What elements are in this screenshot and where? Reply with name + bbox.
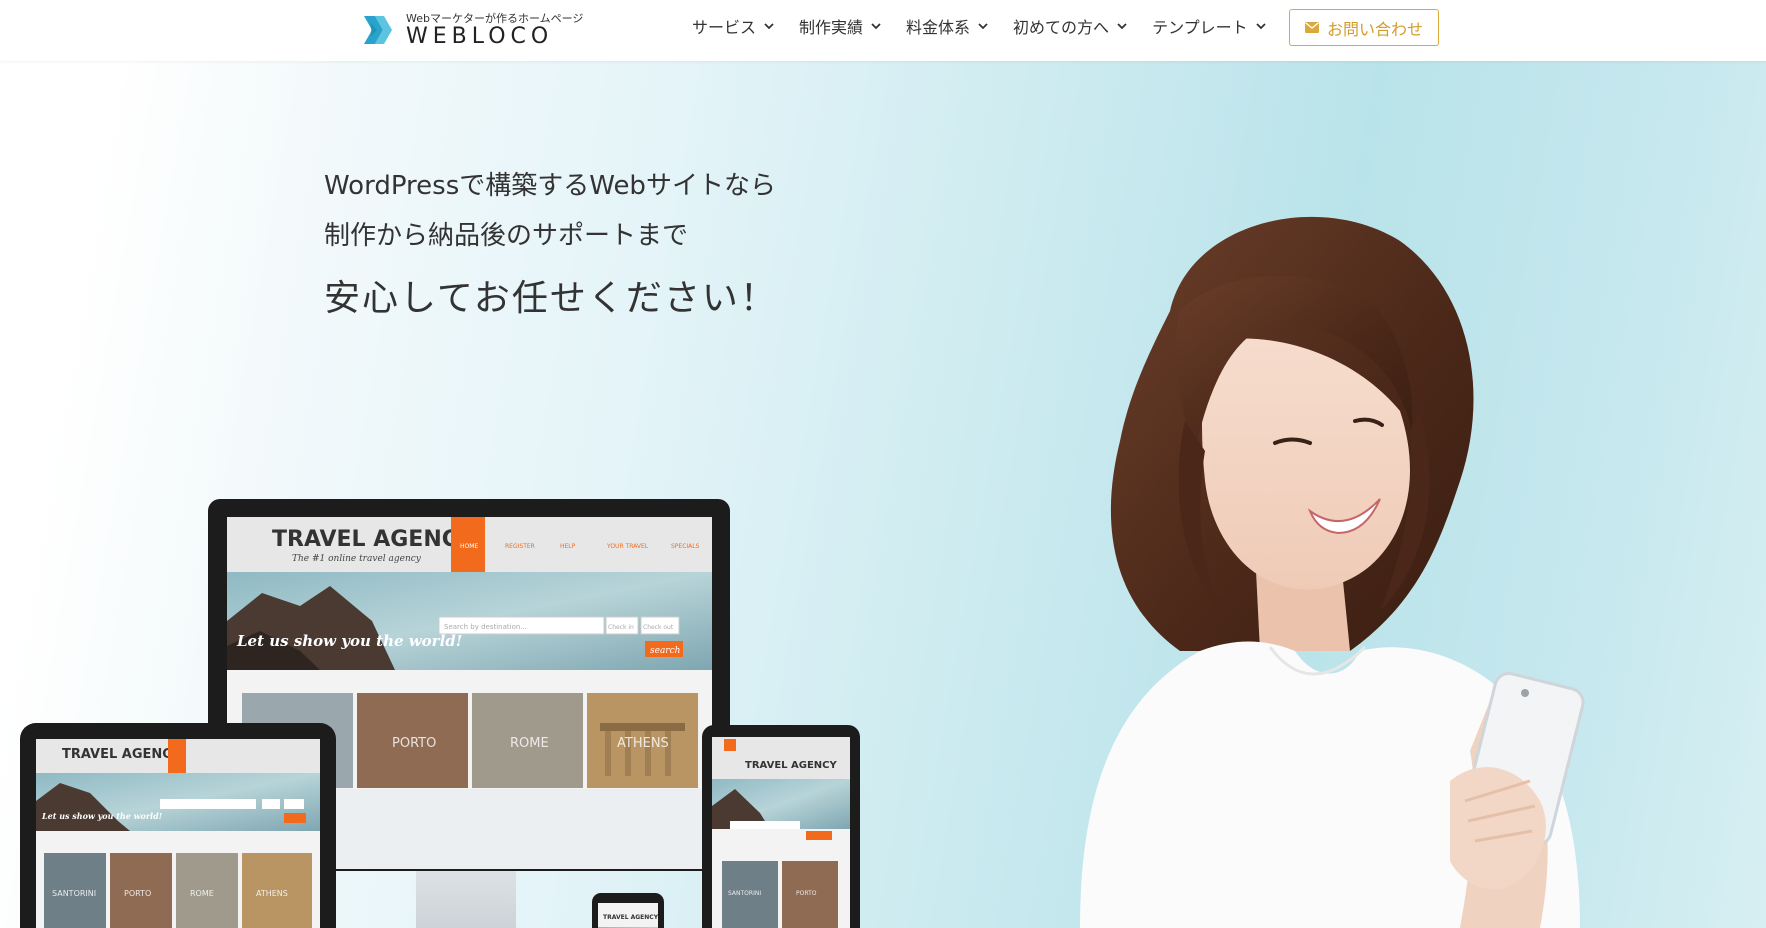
envelope-icon xyxy=(1304,22,1319,33)
tablet-portrait-city-label: PORTO xyxy=(796,890,817,897)
site-logo[interactable]: Webマーケターが作るホームページ WEBLOCO xyxy=(362,10,583,50)
screen-menu-item: SPECIALS xyxy=(671,543,700,550)
screen-tagline: The #1 online travel agency xyxy=(292,554,422,564)
phone-brand: TRAVEL AGENCY xyxy=(603,914,659,921)
chevron-down-icon xyxy=(978,23,988,30)
screen-brand: TRAVEL AGENCY xyxy=(272,527,475,552)
phone-device: TRAVEL AGENCY xyxy=(592,893,664,928)
tablet-city-label: ROME xyxy=(190,889,214,898)
screen-city-label: ROME xyxy=(510,736,549,751)
tablet-brand: TRAVEL AGENCY xyxy=(62,747,182,762)
nav-item-label: テンプレート xyxy=(1152,18,1248,37)
screen-check-in: Check in xyxy=(608,624,634,631)
responsive-devices-image: TRAVEL AGENCY The #1 online travel agenc… xyxy=(20,499,860,928)
nav-item-first-time[interactable]: 初めての方へ xyxy=(1013,14,1128,38)
tablet-portrait-device: TRAVEL AGENCY SANTORINI PORTO xyxy=(702,725,860,928)
logo-name: WEBLOCO xyxy=(406,24,554,49)
screen-menu-item: REGISTER xyxy=(505,543,535,550)
nav-item-works[interactable]: 制作実績 xyxy=(799,14,882,38)
screen-menu-item: HELP xyxy=(560,543,576,550)
screen-city-label: ATHENS xyxy=(617,736,669,751)
chevron-double-logo-icon xyxy=(364,16,392,44)
chevron-down-icon xyxy=(764,23,774,30)
chevron-down-icon xyxy=(1117,23,1127,30)
woman-with-smartphone-image xyxy=(1080,216,1585,928)
nav-item-templates[interactable]: テンプレート xyxy=(1152,14,1267,38)
nav-item-label: 料金体系 xyxy=(906,18,971,37)
nav-item-label: サービス xyxy=(692,18,757,37)
main-nav: サービス 制作実績 料金体系 初めての方へ テンプレート xyxy=(692,0,1291,52)
nav-item-label: 初めての方へ xyxy=(1013,18,1110,37)
screen-check-out: Check out xyxy=(643,624,674,631)
tablet-headline: Let us show you the world! xyxy=(41,811,163,821)
screen-city-label: PORTO xyxy=(392,736,436,751)
tablet-portrait-brand: TRAVEL AGENCY xyxy=(745,760,837,771)
nav-item-label: 制作実績 xyxy=(799,18,864,37)
nav-item-services[interactable]: サービス xyxy=(692,14,775,38)
screen-menu-item: YOUR TRAVEL xyxy=(606,543,649,550)
tablet-device: TRAVEL AGENCY Let us show you the world!… xyxy=(20,723,336,928)
tablet-city-label: PORTO xyxy=(124,889,151,898)
tablet-portrait-city-label: SANTORINI xyxy=(728,890,761,897)
contact-button[interactable]: お問い合わせ xyxy=(1289,9,1439,46)
tablet-city-label: SANTORINI xyxy=(52,889,96,898)
screen-search-button: search xyxy=(650,646,680,656)
screen-search-input: Search by destination... xyxy=(444,623,527,631)
site-header: Webマーケターが作るホームページ WEBLOCO サービス 制作実績 料金体系… xyxy=(0,0,1766,61)
screen-headline: Let us show you the world! xyxy=(236,632,462,650)
nav-item-pricing[interactable]: 料金体系 xyxy=(906,14,989,38)
chevron-down-icon xyxy=(871,23,881,30)
tablet-city-label: ATHENS xyxy=(256,889,288,898)
chevron-down-icon xyxy=(1255,23,1266,30)
hero-section: WordPressで構築するWebサイトなら 制作から納品後のサポートまで 安心… xyxy=(0,61,1766,928)
screen-menu-item: HOME xyxy=(460,543,478,550)
contact-button-label: お問い合わせ xyxy=(1326,19,1423,39)
